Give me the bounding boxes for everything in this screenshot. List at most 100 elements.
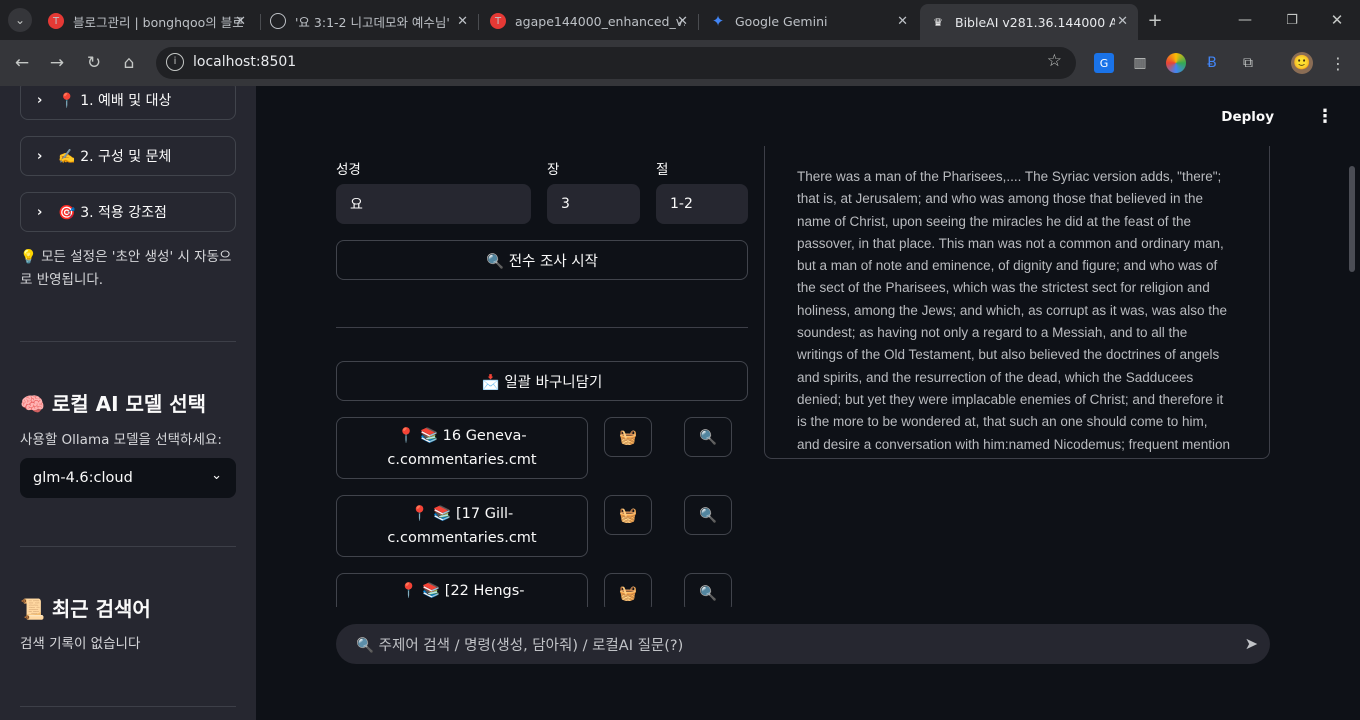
expander-label: 📍 1. 예배 및 대상	[58, 93, 172, 109]
bookmark-star-icon[interactable]: ☆	[1047, 51, 1062, 71]
main-area: Deploy ⋮ 성경 장 절 요 3 1-2 🔍 전수 조사 시작 📩 일괄 …	[256, 86, 1360, 720]
send-icon[interactable]: ➤	[1245, 634, 1258, 653]
basket-all-label: 📩 일괄 바구니담기	[481, 374, 603, 391]
document-button-geneva[interactable]: 📍 📚 16 Geneva- c.commentaries.cmt	[336, 417, 588, 479]
chevron-down-icon: ⌄	[211, 468, 222, 483]
minimize-icon[interactable]: —	[1233, 8, 1257, 32]
home-icon[interactable]: ⌂	[117, 51, 141, 75]
avatar[interactable]: 🙂	[1291, 52, 1313, 74]
view-document-button[interactable]: 🔍	[684, 495, 732, 535]
divider	[20, 546, 236, 547]
chat-input-placeholder: 🔍 주제어 검색 / 명령(생성, 담아줘) / 로컬AI 질문(?)	[356, 637, 684, 654]
magnify-icon: 🔍	[698, 429, 718, 446]
restore-icon[interactable]: ❐	[1280, 8, 1304, 32]
page-scrollbar[interactable]	[1349, 166, 1355, 272]
deploy-button[interactable]: Deploy	[1221, 109, 1274, 125]
document-button-gill[interactable]: 📍 📚 [17 Gill- c.commentaries.cmt	[336, 495, 588, 557]
book-input-value: 요	[350, 197, 363, 213]
basket-all-button[interactable]: 📩 일괄 바구니담기	[336, 361, 748, 401]
tab-title: 블로그관리 | bonghqoo의 블로그	[73, 14, 243, 30]
model-select[interactable]: glm-4.6:cloud ⌄	[20, 458, 236, 498]
tab-title: Google Gemini	[735, 13, 828, 29]
reload-icon[interactable]: ↻	[82, 51, 106, 75]
add-to-basket-button[interactable]: 🧺	[604, 417, 652, 457]
document-name-line2: c.commentaries.cmt	[387, 530, 537, 546]
new-tab-icon[interactable]: +	[1143, 8, 1167, 32]
chapter-input-value: 3	[561, 196, 570, 212]
site-info-icon[interactable]: i	[166, 53, 184, 71]
extension-b-icon[interactable]: Ƀ	[1202, 53, 1222, 73]
chevron-right-icon: ›	[37, 148, 43, 164]
gemini-icon: ✦	[711, 12, 725, 30]
close-icon[interactable]: ✕	[897, 14, 908, 29]
chat-input[interactable]: 🔍 주제어 검색 / 명령(생성, 담아줘) / 로컬AI 질문(?) ➤	[336, 624, 1270, 664]
address-bar[interactable]: i localhost:8501 ☆	[156, 47, 1076, 79]
translate-icon[interactable]: G	[1094, 53, 1114, 73]
tab-separator	[478, 14, 479, 30]
basket-icon: 🧺	[618, 585, 638, 602]
expander-worship-target[interactable]: › 📍 1. 예배 및 대상	[20, 86, 236, 120]
settings-note: 💡 모든 설정은 '초안 생성' 시 자동으로 반영됩니다.	[20, 249, 232, 288]
recent-search-heading: 📜 최근 검색어	[20, 597, 151, 621]
browser-tab-4[interactable]: ✦ Google Gemini ✕	[700, 6, 918, 36]
sidebar: › 📍 1. 예배 및 대상 › ✍️ 2. 구성 및 문체 › 🎯 3. 적용…	[0, 86, 256, 720]
divider	[20, 706, 236, 707]
chapter-input[interactable]: 3	[547, 184, 640, 224]
model-prompt: 사용할 Ollama 모델을 선택하세요:	[20, 432, 222, 448]
basket-icon: 🧺	[618, 507, 638, 524]
close-icon[interactable]: ✕	[457, 14, 468, 29]
model-select-value: glm-4.6:cloud	[33, 470, 133, 486]
browser-tab-bar: ⌄ T 블로그관리 | bonghqoo의 블로그 ✕ '요 3:1-2 니고데…	[0, 0, 1360, 40]
browser-tab-1[interactable]: T 블로그관리 | bonghqoo의 블로그 ✕	[38, 6, 256, 36]
back-icon[interactable]: ←	[10, 51, 34, 75]
chapter-label: 장	[547, 162, 560, 178]
document-name-line1: 📍 📚 16 Geneva-	[397, 428, 527, 444]
expander-application-emphasis[interactable]: › 🎯 3. 적용 강조점	[20, 192, 236, 232]
browser-menu-icon[interactable]: ⋮	[1328, 53, 1348, 73]
divider	[20, 341, 236, 342]
extension-color-icon[interactable]	[1166, 53, 1186, 73]
document-name-line1: 📍 📚 [22 Hengs-	[399, 583, 525, 599]
recent-search-empty: 검색 기록이 없습니다	[20, 636, 141, 652]
magnify-icon: 🔍	[698, 507, 718, 524]
document-name-line1: 📍 📚 [17 Gill-	[410, 506, 514, 522]
browser-tab-2[interactable]: '요 3:1-2 니고데모와 예수님' ✕	[260, 6, 478, 36]
full-search-label: 🔍 전수 조사 시작	[486, 253, 598, 270]
close-icon[interactable]: ✕	[1117, 14, 1128, 29]
tab-separator	[698, 14, 699, 30]
close-window-icon[interactable]: ✕	[1325, 8, 1349, 32]
tistory-icon: T	[48, 13, 64, 29]
close-icon[interactable]: ✕	[677, 14, 688, 29]
forward-icon[interactable]: →	[45, 51, 69, 75]
browser-tab-5[interactable]: ♛ BibleAI v281.36.144000 Agape ✕	[920, 4, 1138, 40]
streamlit-icon: ♛	[933, 15, 943, 29]
chevron-right-icon: ›	[37, 92, 43, 108]
expander-label: ✍️ 2. 구성 및 문체	[58, 149, 172, 165]
divider	[336, 327, 748, 328]
document-name-line2: c.commentaries.cmt	[387, 452, 537, 468]
chevron-right-icon: ›	[37, 204, 43, 220]
verse-input[interactable]: 1-2	[656, 184, 748, 224]
main-menu-icon[interactable]: ⋮	[1316, 106, 1334, 127]
tab-title: agape144000_enhanced_v3	[515, 13, 685, 29]
tab-search-icon[interactable]: ⌄	[8, 8, 32, 32]
close-icon[interactable]: ✕	[235, 14, 246, 29]
expander-label: 🎯 3. 적용 강조점	[58, 205, 167, 221]
add-to-basket-button[interactable]: 🧺	[604, 495, 652, 535]
model-section-heading: 🧠 로컬 AI 모델 선택	[20, 392, 207, 416]
extensions-puzzle-icon[interactable]: ⧉	[1238, 53, 1258, 73]
reading-list-icon[interactable]: ▥	[1130, 53, 1150, 73]
tab-title: BibleAI v281.36.144000 Agape	[955, 14, 1115, 30]
commentary-text: There was a man of the Pharisees,.... Th…	[797, 169, 1230, 452]
url-text: localhost:8501	[193, 54, 297, 70]
browser-tab-3[interactable]: T agape144000_enhanced_v3 ✕	[480, 6, 698, 36]
magnify-icon: 🔍	[698, 585, 718, 602]
full-search-button[interactable]: 🔍 전수 조사 시작	[336, 240, 748, 280]
tistory-icon: T	[490, 13, 506, 29]
basket-icon: 🧺	[618, 429, 638, 446]
view-document-button[interactable]: 🔍	[684, 417, 732, 457]
commentary-panel[interactable]: There was a man of the Pharisees,.... Th…	[764, 146, 1270, 459]
book-input[interactable]: 요	[336, 184, 531, 224]
globe-icon	[270, 13, 286, 29]
expander-structure-style[interactable]: › ✍️ 2. 구성 및 문체	[20, 136, 236, 176]
